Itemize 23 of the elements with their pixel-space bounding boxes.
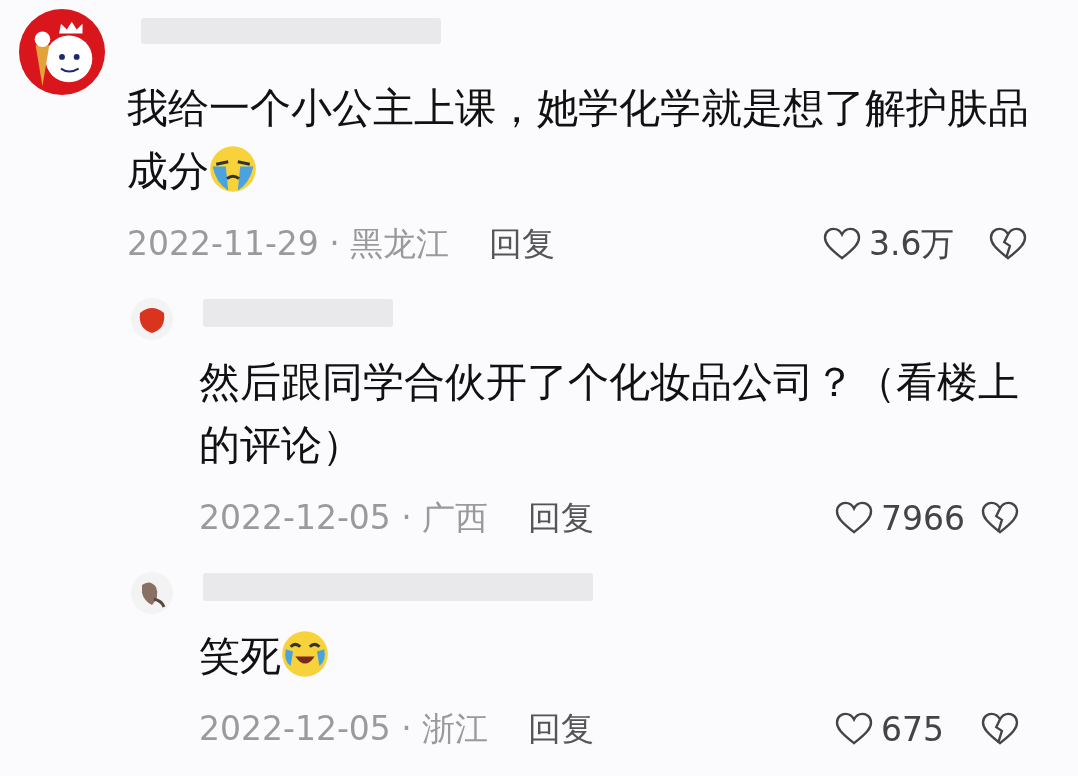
- comment-meta: 2022-11-29 · 黑龙江: [127, 222, 450, 265]
- like-count: 7966: [881, 498, 966, 538]
- reply-button[interactable]: 回复: [489, 221, 556, 267]
- like-icon[interactable]: [835, 501, 873, 535]
- reply-text: 然后跟同学合伙开了个化妆品公司？（看楼上的评论）: [199, 357, 1020, 471]
- comment-text: 我给一个小公主上课，她学化学就是想了解护肤品成分: [127, 83, 1030, 197]
- broken-heart-icon[interactable]: [989, 227, 1027, 261]
- reply-text: 笑死: [199, 625, 1039, 688]
- like-icon[interactable]: [835, 712, 873, 746]
- broken-heart-icon[interactable]: [981, 712, 1019, 746]
- avatar-icon[interactable]: [18, 8, 106, 96]
- like-icon[interactable]: [823, 227, 861, 261]
- like-count: 3.6万: [869, 222, 956, 265]
- avatar-icon[interactable]: [130, 297, 174, 341]
- like-count: 675: [881, 709, 945, 749]
- crying-face-icon: [209, 145, 257, 193]
- reply-button[interactable]: 回复: [528, 495, 595, 541]
- broken-heart-icon[interactable]: [981, 501, 1019, 535]
- comment-meta: 2022-12-05 · 浙江: [199, 707, 489, 750]
- avatar-icon[interactable]: [130, 571, 174, 615]
- laughing-face-icon: [281, 630, 329, 678]
- comment-meta: 2022-12-05 · 广西: [199, 496, 489, 539]
- reply-button[interactable]: 回复: [528, 706, 595, 752]
